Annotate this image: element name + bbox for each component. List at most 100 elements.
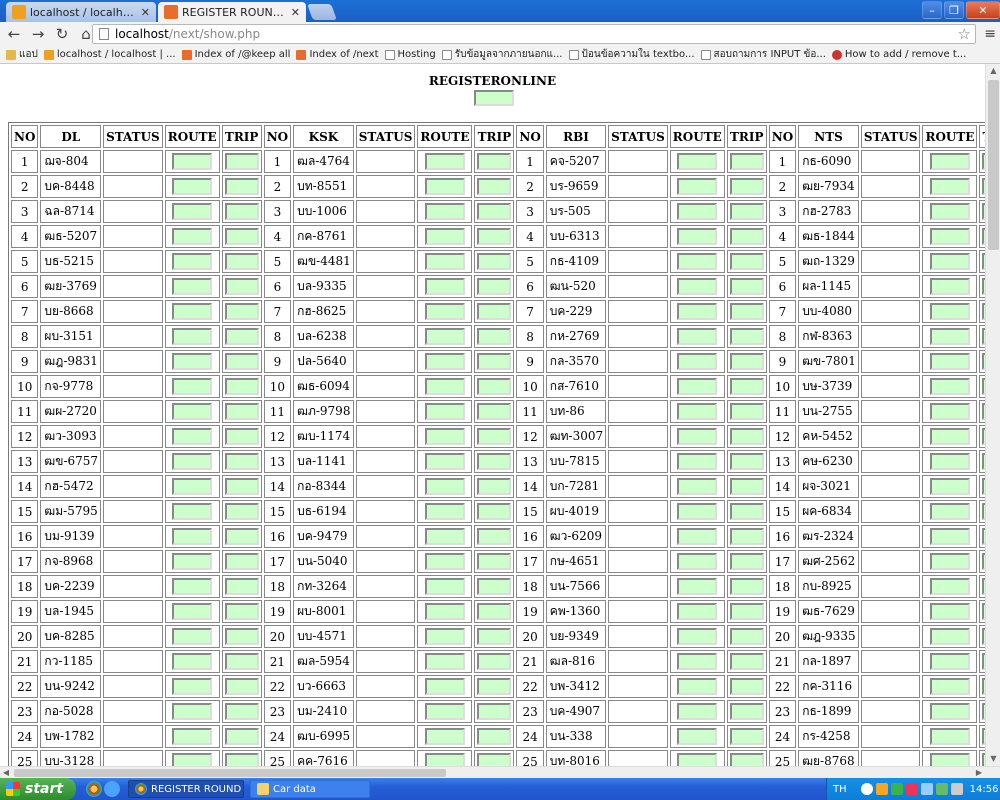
route-input[interactable] [172,178,213,195]
language-indicator[interactable]: TH [833,784,847,795]
register-input[interactable] [474,90,514,106]
reload-icon[interactable]: ↻ [52,25,72,43]
route-input[interactable] [172,328,213,345]
trip-input[interactable] [729,753,764,766]
route-input[interactable] [677,528,718,545]
bookmark-star-icon[interactable]: ☆ [958,25,971,43]
route-input[interactable] [424,178,465,195]
trip-input[interactable] [477,403,512,420]
route-input[interactable] [929,528,970,545]
trip-input[interactable] [729,578,764,595]
route-input[interactable] [424,253,465,270]
bookmark-item[interactable]: รับข้อมูลจากภายนอกแ... [441,47,563,62]
trip-input[interactable] [224,253,259,270]
trip-input[interactable] [477,628,512,645]
route-input[interactable] [424,503,465,520]
address-bar[interactable]: localhost/next/show.php ☆ [92,24,976,44]
route-input[interactable] [929,278,970,295]
network-icon[interactable] [935,783,948,795]
route-input[interactable] [172,603,213,620]
route-input[interactable] [677,653,718,670]
trip-input[interactable] [477,728,512,745]
trip-input[interactable] [477,478,512,495]
maximize-button[interactable]: ❐ [944,1,964,19]
trip-input[interactable] [224,528,259,545]
trip-input[interactable] [224,303,259,320]
route-input[interactable] [677,378,718,395]
route-input[interactable] [929,678,970,695]
route-input[interactable] [424,328,465,345]
trip-input[interactable] [729,553,764,570]
route-input[interactable] [929,628,970,645]
route-input[interactable] [929,578,970,595]
trip-input[interactable] [729,603,764,620]
route-input[interactable] [172,528,213,545]
route-input[interactable] [929,178,970,195]
tray-arrow-icon[interactable] [860,783,873,795]
chrome-quicklaunch-icon[interactable] [86,781,102,797]
route-input[interactable] [424,353,465,370]
route-input[interactable] [172,553,213,570]
trip-input[interactable] [224,228,259,245]
trip-input[interactable] [729,628,764,645]
route-input[interactable] [929,553,970,570]
route-input[interactable] [929,703,970,720]
route-input[interactable] [172,628,213,645]
route-input[interactable] [677,553,718,570]
volume-icon[interactable] [950,783,963,795]
route-input[interactable] [929,603,970,620]
trip-input[interactable] [729,228,764,245]
route-input[interactable] [677,153,718,170]
route-input[interactable] [172,378,213,395]
route-input[interactable] [677,178,718,195]
bookmark-item[interactable]: สอบถามการ INPUT ข้อ... [700,47,826,62]
trip-input[interactable] [224,403,259,420]
bookmark-item[interactable]: How to add / remove t... [831,49,966,60]
trip-input[interactable] [729,328,764,345]
trip-input[interactable] [224,453,259,470]
route-input[interactable] [677,353,718,370]
horizontal-scrollbar[interactable]: ◀ ▶ [0,766,1000,778]
route-input[interactable] [677,603,718,620]
route-input[interactable] [172,653,213,670]
route-input[interactable] [172,153,213,170]
route-input[interactable] [677,253,718,270]
trip-input[interactable] [729,428,764,445]
route-input[interactable] [677,703,718,720]
route-input[interactable] [172,728,213,745]
trip-input[interactable] [477,428,512,445]
bookmark-item[interactable]: Hosting [384,49,436,60]
trip-input[interactable] [729,678,764,695]
trip-input[interactable] [224,703,259,720]
route-input[interactable] [424,578,465,595]
trip-input[interactable] [477,303,512,320]
trip-input[interactable] [477,553,512,570]
tray-app-icon[interactable] [890,783,903,795]
route-input[interactable] [424,453,465,470]
trip-input[interactable] [477,528,512,545]
route-input[interactable] [424,153,465,170]
trip-input[interactable] [729,528,764,545]
route-input[interactable] [677,328,718,345]
route-input[interactable] [172,253,213,270]
route-input[interactable] [677,403,718,420]
trip-input[interactable] [477,278,512,295]
trip-input[interactable] [224,503,259,520]
route-input[interactable] [424,753,465,766]
route-input[interactable] [424,528,465,545]
trip-input[interactable] [729,278,764,295]
route-input[interactable] [929,503,970,520]
route-input[interactable] [677,228,718,245]
route-input[interactable] [172,678,213,695]
trip-input[interactable] [729,203,764,220]
route-input[interactable] [172,453,213,470]
trip-input[interactable] [477,203,512,220]
route-input[interactable] [424,703,465,720]
close-window-button[interactable]: ✕ [966,1,1000,19]
route-input[interactable] [677,453,718,470]
route-input[interactable] [929,653,970,670]
route-input[interactable] [929,378,970,395]
new-tab-button[interactable] [307,4,337,20]
trip-input[interactable] [224,328,259,345]
trip-input[interactable] [477,153,512,170]
